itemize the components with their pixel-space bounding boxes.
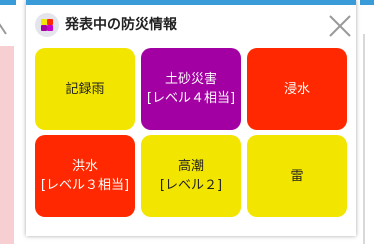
adjacent-panel-left	[0, 0, 16, 244]
panel-header: 発表中の防災情報	[26, 5, 356, 41]
tile-label: 土砂災害 [レベル４相当]	[146, 72, 236, 106]
tile-kiroku-ame[interactable]: 記録雨	[35, 48, 135, 130]
adjacent-panel-accent-bar	[0, 0, 16, 5]
adjacent-close-icon[interactable]	[0, 14, 12, 38]
tile-label: 洪水 [レベル３相当]	[40, 159, 130, 193]
adjacent-panel-content	[0, 46, 14, 244]
tile-label: 高潮 [レベル２]	[159, 159, 223, 193]
tile-kozui[interactable]: 洪水 [レベル３相当]	[35, 135, 135, 217]
tile-label: 記録雨	[65, 81, 105, 97]
screen: 発表中の防災情報 記録雨 土砂災害 [レベル４相当] 浸水 洪水 [レベル３相当…	[0, 0, 374, 244]
adjacent-panel-accent-bar	[360, 0, 374, 5]
close-icon[interactable]	[326, 12, 354, 40]
disaster-info-panel: 発表中の防災情報 記録雨 土砂災害 [レベル４相当] 浸水 洪水 [レベル３相当…	[26, 0, 356, 236]
four-color-squares-icon	[35, 13, 59, 37]
tile-takashio[interactable]: 高潮 [レベル２]	[141, 135, 241, 217]
tile-label: 雷	[290, 168, 304, 184]
adjacent-panel-border	[363, 34, 365, 244]
tile-dosha-saigai[interactable]: 土砂災害 [レベル４相当]	[141, 48, 241, 130]
panel-title: 発表中の防災情報	[65, 17, 177, 33]
warning-tile-grid: 記録雨 土砂災害 [レベル４相当] 浸水 洪水 [レベル３相当] 高潮 [レベル…	[34, 48, 350, 220]
tile-shinsui[interactable]: 浸水	[247, 48, 347, 130]
tile-label: 浸水	[283, 81, 310, 97]
tile-kaminari[interactable]: 雷	[247, 135, 347, 217]
adjacent-panel-right	[360, 0, 374, 244]
